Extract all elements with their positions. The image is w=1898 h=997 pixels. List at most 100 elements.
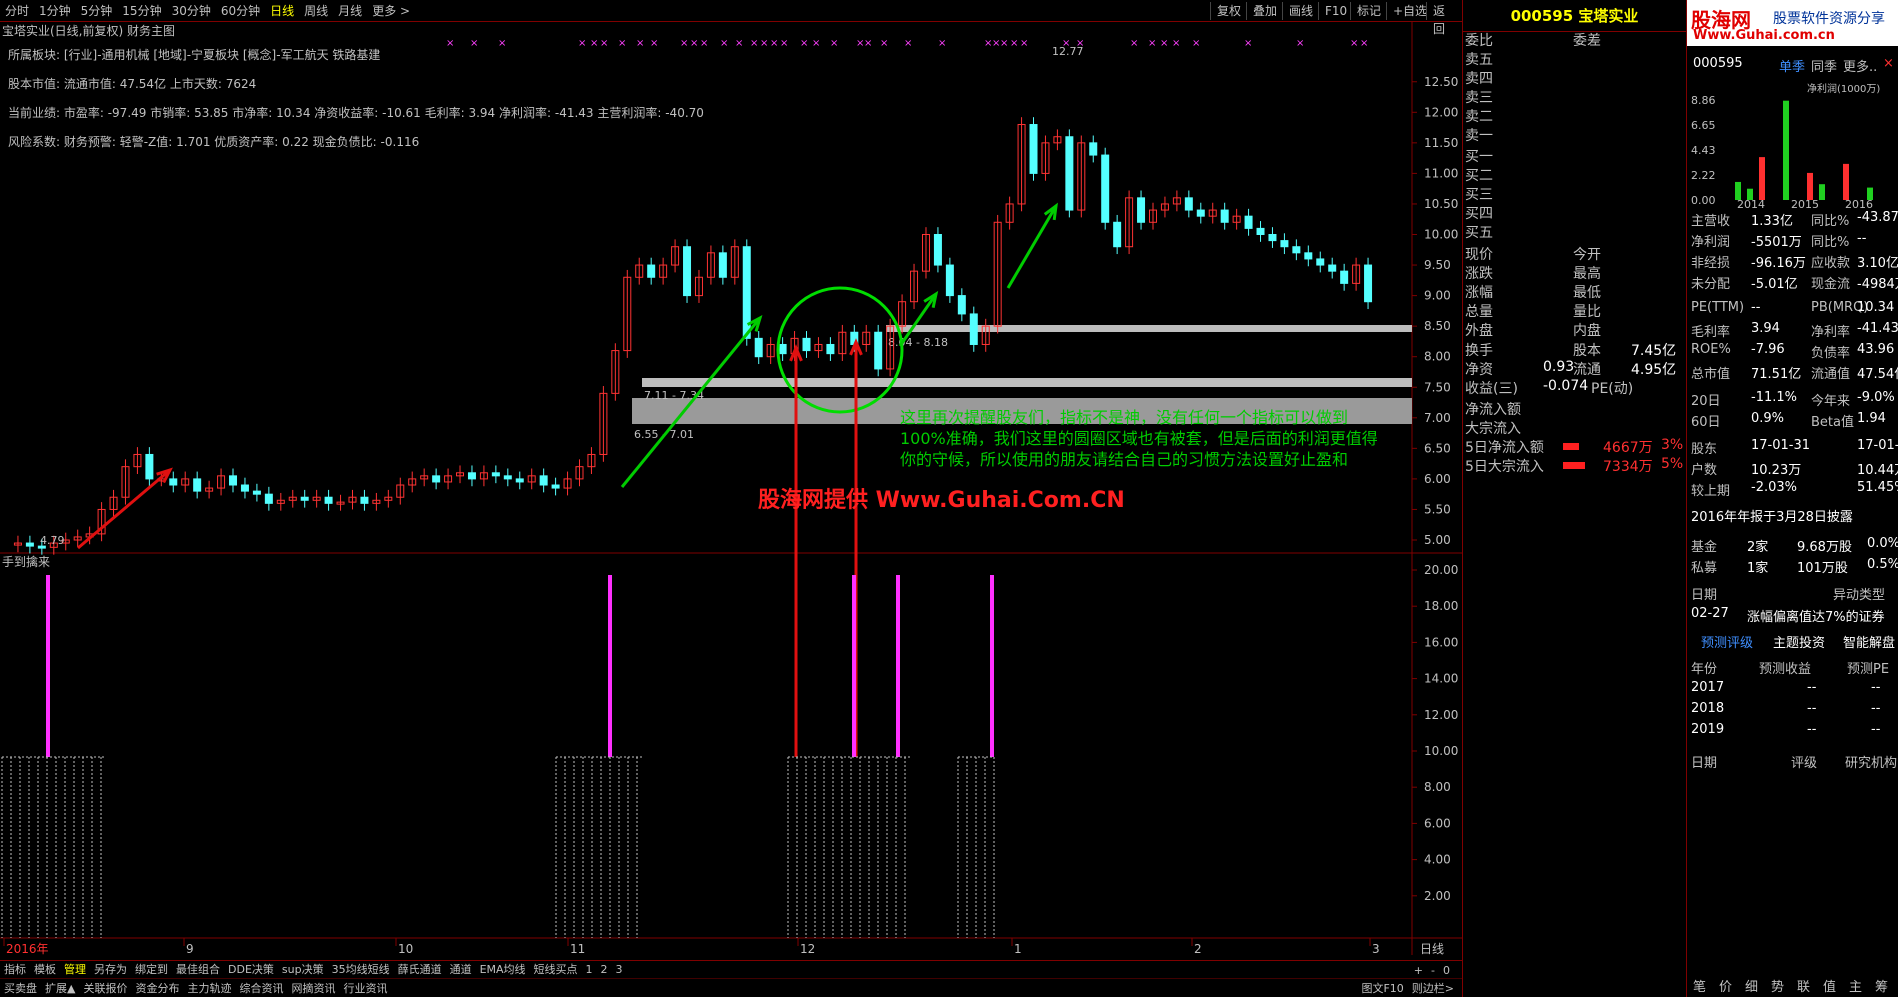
btab-9[interactable]: 薛氏通道 [394,961,446,978]
candle-body [1065,136,1074,211]
zoom-in-button[interactable]: + [1410,962,1427,979]
f10-row-11-0: 户数 [1691,463,1718,478]
tab-same-quarter[interactable]: 同季 [1811,56,1837,75]
field-r-2: 最低 [1573,285,1601,301]
btab-14[interactable]: 2 [597,961,612,978]
f10-row-6-2: 负债率 [1811,346,1851,361]
btab2-3[interactable]: 资金分布 [131,980,183,997]
btab-5[interactable]: 最佳组合 [172,961,224,978]
f10-icon-5[interactable]: 值 [1823,976,1836,995]
signal-mark: × [1000,38,1008,49]
btab2-2[interactable]: 关联报价 [79,980,131,997]
f10-icon-2[interactable]: 细 [1745,976,1758,995]
ind-tick-label: 12.00 [1424,708,1458,722]
f10-icon-7[interactable]: 筹 [1875,976,1888,995]
btab2-4[interactable]: 主力轨迹 [183,980,235,997]
btab-13[interactable]: 1 [582,961,597,978]
btab-8[interactable]: 35均线短线 [328,961,394,978]
btab-6[interactable]: DDE决策 [224,961,278,978]
price-tick-label: 10.50 [1424,197,1458,211]
signal-mark: × [700,38,708,49]
f10-row-1-0: 净利润 [1691,235,1731,250]
field-r-3: 量比 [1573,304,1601,320]
f10-row-5-1: 3.94 [1751,321,1780,336]
field-3: 总量 [1465,304,1493,320]
f10-icon-4[interactable]: 联 [1797,976,1810,995]
support-zone-2 [642,378,1412,387]
fc-row-2-0: 2019 [1691,722,1725,737]
quote-title: 000595 宝塔实业 [1463,0,1686,32]
flow5-value: 4667万 [1603,440,1653,456]
date-tick-label: 9 [186,942,194,956]
btab-15[interactable]: 3 [612,961,627,978]
sidebar-toggle[interactable]: 则边栏> [1408,980,1458,997]
f10-row-6-0: ROE% [1691,342,1731,357]
btab-4[interactable]: 绑定到 [131,961,172,978]
price-tick-label: 12.00 [1424,105,1458,119]
candle-body [1256,227,1265,235]
btab-3[interactable]: 另存为 [90,961,131,978]
dz5-pct: 5% [1661,456,1684,472]
buy-level-1: 买一 [1465,149,1493,165]
signal-mark: × [1062,38,1070,49]
f10-row-3-2: 现金流 [1811,277,1851,292]
signal-mark: × [600,38,608,49]
candle-body [539,475,548,486]
f10-icon-3[interactable]: 势 [1771,976,1784,995]
mini-year: 2014 [1737,198,1765,208]
sell-level-3: 卖三 [1465,90,1493,106]
candle-body [778,343,787,355]
date-tick-label: 11 [570,942,585,956]
tab-single-quarter[interactable]: 单季 [1779,56,1805,75]
signal-mark: × [770,38,778,49]
btab2-7[interactable]: 行业资讯 [339,980,391,997]
btab-11[interactable]: EMA均线 [476,961,530,978]
close-icon[interactable]: × [1883,56,1894,71]
mini-axis-label: 2.22 [1691,169,1716,182]
candle-body [300,496,309,501]
mini-unit: 净利润(1000万) [1807,82,1880,95]
app-window: { "toolbar": { "timeframes": ["分时","1分钟"… [0,0,1898,997]
guben-label: 股本 [1573,343,1601,359]
zoom-out-button[interactable]: - [1427,962,1439,979]
mini-axis-label: 6.65 [1691,119,1716,132]
btab-10[interactable]: 通道 [446,961,476,978]
signal-mark: × [830,38,838,49]
f10-icon-0[interactable]: 笔 [1693,976,1706,995]
date-tick-label: 2016年 [6,942,49,956]
f10-icon-1[interactable]: 价 [1719,976,1732,995]
btab-7[interactable]: sup决策 [278,961,328,978]
signal-mark: × [650,38,658,49]
btab2-6[interactable]: 网摘资讯 [287,980,339,997]
f10-row-2-1: -96.16万 [1751,256,1806,271]
flow5-label: 5日净流入额 [1465,440,1544,456]
candle-body [933,234,942,266]
btab-2[interactable]: 管理 [60,961,90,978]
fund-row-1-3: 0.5% [1867,557,1898,572]
f10-icon-6[interactable]: 主 [1849,976,1862,995]
btab-12[interactable]: 短线买点 [530,961,582,978]
sell-level-1: 卖一 [1465,128,1493,144]
zoom-reset-button[interactable]: 0 [1439,962,1454,979]
btab2-1[interactable]: 扩展▲ [41,980,79,997]
btab-0[interactable]: 指标 [0,961,30,978]
f10-row-8-2: 今年来 [1811,394,1851,409]
signal-mark: × [750,38,758,49]
tab-more[interactable]: 更多.. [1843,56,1877,75]
f10-row-5-3: -41.43 [1857,321,1898,336]
price-tick-label: 7.50 [1424,380,1451,394]
f10-row-7-3: 47.54亿 [1857,367,1898,382]
signal-mark: × [938,38,946,49]
field-4: 外盘 [1465,323,1493,339]
signal-mark: × [470,38,478,49]
btab2-5[interactable]: 综合资讯 [235,980,287,997]
sell-level-4: 卖四 [1465,71,1493,87]
f10-row-12-0: 较上期 [1691,484,1731,499]
btab-1[interactable]: 模板 [30,961,60,978]
candle-body [229,475,238,486]
f10-row-9-2: Beta值 [1811,415,1854,430]
price-tick-label: 11.00 [1424,166,1458,180]
f10-text-button[interactable]: 图文F10 [1357,980,1407,997]
btab2-0[interactable]: 买卖盘 [0,980,41,997]
kline-chart[interactable]: 12.5012.0011.5011.0010.5010.009.509.008.… [0,0,1462,960]
